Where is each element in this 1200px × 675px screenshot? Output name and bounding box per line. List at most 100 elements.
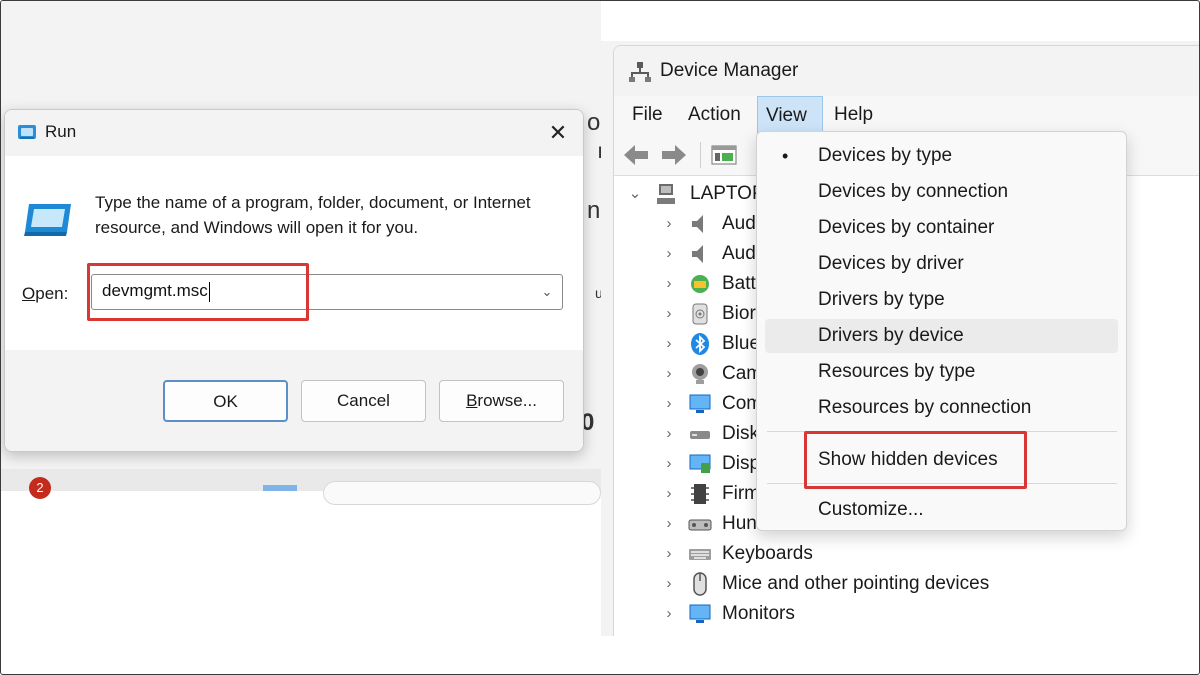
chevron-right-icon[interactable]: › [662, 299, 676, 329]
toolbar-separator [700, 142, 701, 168]
display-adapter-icon [689, 454, 711, 473]
browse-button[interactable]: Browse... [439, 380, 564, 422]
chevron-right-icon[interactable]: › [662, 539, 676, 569]
close-icon[interactable]: ✕ [545, 120, 571, 146]
chip-icon [691, 484, 709, 504]
menu-item-label: Devices by type [818, 145, 953, 166]
menu-item-label: Devices by connection [818, 181, 1009, 202]
menu-item-devices-by-type[interactable]: • Devices by type [765, 139, 1118, 173]
properties-icon[interactable] [710, 142, 738, 168]
menu-item-label: Show hidden devices [818, 449, 998, 470]
menu-item-label: Customize... [818, 499, 924, 520]
run-dialog: Run ✕ Type the name of a program, folder… [4, 109, 584, 452]
chevron-right-icon[interactable]: › [662, 389, 676, 419]
background-text-fragment: n [587, 197, 601, 224]
device-manager-icon [629, 62, 651, 82]
menu-separator [767, 431, 1117, 432]
menu-separator [767, 483, 1117, 484]
menu-help[interactable]: Help [826, 96, 881, 134]
menu-item-resources-by-connection[interactable]: Resources by connection [765, 391, 1118, 425]
open-input[interactable]: devmgmt.msc ⌄ [91, 274, 563, 310]
menu-item-label: Drivers by device [818, 325, 964, 346]
keyboard-icon [689, 549, 711, 560]
menu-item-drivers-by-type[interactable]: Drivers by type [765, 283, 1118, 317]
chevron-right-icon[interactable]: › [662, 329, 676, 359]
chevron-right-icon[interactable]: › [662, 419, 676, 449]
chevron-right-icon[interactable]: › [662, 269, 676, 299]
run-titlebar: Run ✕ [5, 110, 583, 156]
monitor-icon [689, 604, 711, 623]
run-description: Type the name of a program, folder, docu… [95, 193, 531, 237]
bluetooth-icon [691, 333, 709, 355]
notification-badge: 2 [29, 477, 51, 499]
dm-title: Device Manager [660, 60, 799, 81]
speaker-icon [692, 245, 703, 263]
chevron-right-icon[interactable]: › [662, 569, 676, 599]
ok-button[interactable]: OK [163, 380, 288, 422]
menu-item-devices-by-connection[interactable]: Devices by connection [765, 175, 1118, 209]
menu-file[interactable]: File [624, 96, 671, 134]
chevron-down-icon[interactable]: ⌄ [538, 281, 556, 303]
tree-item-label: Monitors [722, 603, 795, 624]
menu-item-label: Devices by container [818, 217, 995, 238]
chevron-right-icon[interactable]: › [662, 599, 676, 629]
menu-item-label: Devices by driver [818, 253, 964, 274]
menu-item-devices-by-container[interactable]: Devices by container [765, 211, 1118, 245]
tree-item-label: Batt [722, 273, 756, 294]
chevron-right-icon[interactable]: › [662, 449, 676, 479]
tree-item-label: Blue [722, 333, 761, 354]
mouse-icon [693, 572, 707, 596]
cancel-button[interactable]: Cancel [301, 380, 426, 422]
tree-item[interactable]: › Monitors [614, 599, 1199, 629]
tree-item-label: Aud [722, 213, 756, 234]
menu-bar: File Action View Help [614, 96, 1199, 134]
back-arrow-icon[interactable] [622, 142, 650, 168]
run-program-icon [24, 204, 71, 236]
taskbar-search-box[interactable] [323, 481, 601, 505]
open-input-text: devmgmt.msc [102, 281, 208, 300]
open-label: Open: [22, 284, 68, 304]
open-label-mnemonic: O [22, 284, 36, 303]
menu-view[interactable]: View [757, 96, 823, 134]
battery-icon [691, 275, 709, 293]
open-label-text: pen: [35, 284, 69, 303]
tree-item-label: Firm [722, 483, 760, 504]
menu-item-show-hidden-devices[interactable]: Show hidden devices [765, 443, 1118, 477]
chevron-right-icon[interactable]: › [662, 359, 676, 389]
hid-icon [688, 519, 712, 531]
chevron-right-icon[interactable]: › [662, 209, 676, 239]
tree-item-label: Disp [722, 453, 761, 474]
menu-item-resources-by-type[interactable]: Resources by type [765, 355, 1118, 389]
checked-bullet-icon: • [782, 146, 789, 166]
menu-action[interactable]: Action [680, 96, 749, 134]
browse-label: rowse... [477, 391, 537, 410]
menu-item-devices-by-driver[interactable]: Devices by driver [765, 247, 1118, 281]
fingerprint-icon [692, 303, 708, 325]
dm-titlebar: Device Manager [614, 46, 1199, 96]
menu-item-label: Resources by type [818, 361, 976, 382]
run-app-icon [18, 125, 36, 139]
menu-item-customize[interactable]: Customize... [765, 493, 1118, 527]
forward-arrow-icon[interactable] [660, 142, 688, 168]
view-menu-dropdown: • Devices by type Devices by connection … [756, 131, 1127, 531]
tree-item[interactable]: › Keyboards [614, 539, 1199, 569]
screenshot-frame: on hi n u 0 2 Run ✕ Type the name of a p… [0, 0, 1200, 675]
menu-item-label: Resources by connection [818, 397, 1032, 418]
camera-icon [692, 364, 708, 384]
tree-item-label: Disk [722, 423, 759, 444]
menu-item-label: Drivers by type [818, 289, 945, 310]
browse-mnemonic: B [466, 391, 478, 410]
tree-item-label: Bior [722, 303, 756, 324]
open-input-value: devmgmt.msc [102, 281, 210, 302]
windows-logo-fragment [263, 485, 297, 491]
chevron-right-icon[interactable]: › [662, 479, 676, 509]
chevron-right-icon[interactable]: › [662, 509, 676, 539]
chevron-right-icon[interactable]: › [662, 239, 676, 269]
chevron-down-icon[interactable]: ⌄ [628, 179, 642, 209]
menu-item-drivers-by-device[interactable]: Drivers by device [765, 319, 1118, 353]
text-caret [208, 281, 210, 302]
tree-item-label: Hun [722, 513, 757, 534]
tree-item[interactable]: › Mice and other pointing devices [614, 569, 1199, 599]
speaker-icon [692, 215, 703, 233]
disk-icon [690, 431, 710, 439]
